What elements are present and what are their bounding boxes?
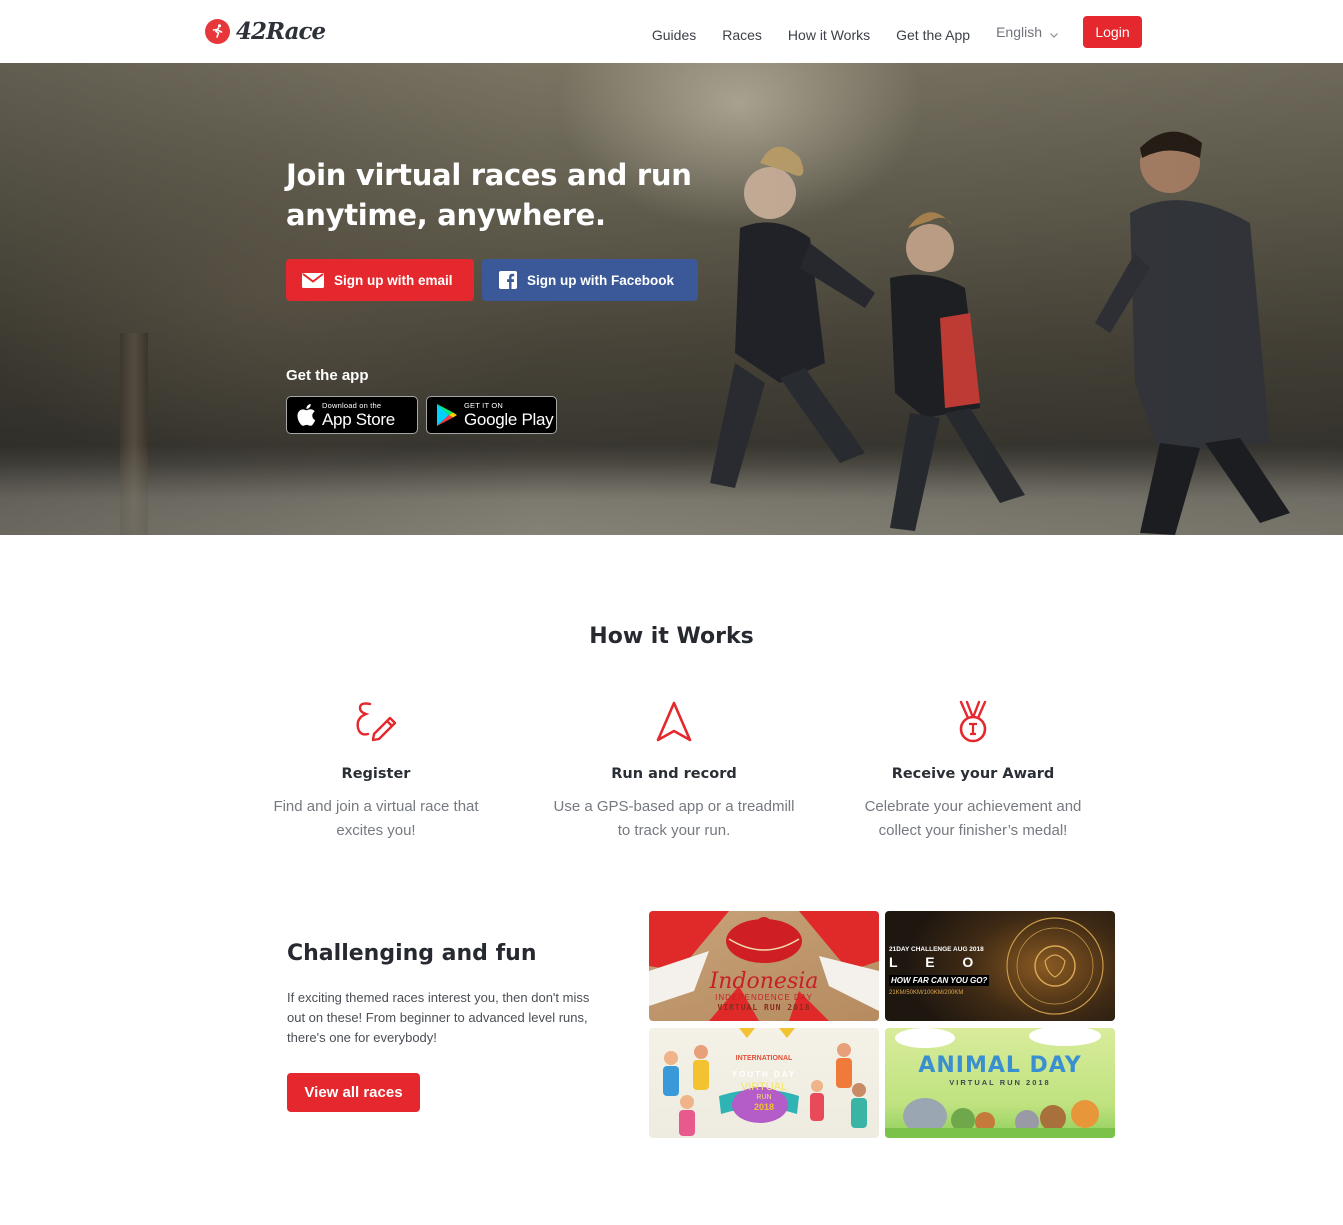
race-card-leo[interactable]: 21DAY CHALLENGE AUG 2018 L E O HOW FAR C… — [885, 911, 1115, 1021]
indonesia-text: Indonesia INDEPENDENCE DAY VIRTUAL RUN 2… — [649, 971, 879, 1013]
nav-races[interactable]: Races — [722, 22, 762, 43]
step-register-line1: Find and join a virtual race that — [273, 798, 479, 815]
animal-day-text: ANIMAL DAY VIRTUAL RUN 2018 — [885, 1054, 1115, 1088]
youth-l4: RUN — [756, 1094, 772, 1101]
google-play-badge[interactable]: GET IT ON Google Play — [426, 396, 557, 434]
get-app-heading: Get the app — [286, 367, 369, 384]
site-header: 42Race Guides Races How it Works Get the… — [0, 0, 1343, 63]
chevron-down-icon — [1049, 27, 1059, 38]
step-register-text: Find and join a virtual race that excite… — [226, 795, 526, 843]
step-run-record-text: Use a GPS-based app or a treadmill to tr… — [524, 795, 824, 843]
step-run-record-title: Run and record — [611, 766, 737, 782]
app-store-big-text: App Store — [322, 410, 395, 429]
step-receive-award-line2: collect your finisher’s medal! — [878, 822, 1068, 839]
envelope-icon — [302, 272, 324, 288]
step-register: Register Find and join a virtual race th… — [226, 698, 526, 843]
leo-letters: L E O — [889, 954, 986, 970]
indonesia-sub2: VIRTUAL RUN 2018 — [717, 1003, 811, 1012]
leo-question: HOW FAR CAN YOU GO? — [889, 975, 990, 986]
nav-guides[interactable]: Guides — [652, 22, 696, 43]
youth-day-text: INTERNATIONAL YOUTH DAY VIRTUAL RUN 2018 — [649, 1054, 879, 1113]
animal-day-sub: VIRTUAL RUN 2018 — [949, 1078, 1051, 1087]
youth-l2: YOUTH DAY — [731, 1070, 797, 1079]
leo-text: 21DAY CHALLENGE AUG 2018 L E O HOW FAR C… — [889, 946, 990, 998]
signup-facebook-button[interactable]: Sign up with Facebook — [482, 259, 698, 301]
leo-top: 21DAY CHALLENGE AUG 2018 — [889, 946, 984, 953]
step-receive-award-title: Receive your Award — [891, 766, 1055, 782]
medal-icon — [823, 698, 1123, 748]
step-run-record-line1: Use a GPS-based app or a treadmill — [553, 798, 795, 815]
step-register-line2: excites you! — [336, 822, 416, 839]
hero-title: Join virtual races and run anytime, anyw… — [286, 155, 706, 235]
view-all-races-button[interactable]: View all races — [287, 1073, 420, 1112]
race-card-indonesia[interactable]: Indonesia INDEPENDENCE DAY VIRTUAL RUN 2… — [649, 911, 879, 1021]
login-button[interactable]: Login — [1083, 16, 1142, 48]
language-selector[interactable]: English — [996, 24, 1059, 40]
signup-facebook-label: Sign up with Facebook — [527, 272, 675, 288]
how-it-works-title: How it Works — [589, 624, 754, 649]
step-receive-award-text: Celebrate your achievement and collect y… — [823, 795, 1123, 843]
leo-distances: 21KM/50KM/100KM/200KM — [889, 990, 964, 996]
signup-email-label: Sign up with email — [334, 272, 453, 288]
navigation-arrow-icon — [524, 698, 824, 748]
nav-how-it-works[interactable]: How it Works — [788, 22, 870, 43]
indonesia-sub1: INDEPENDENCE DAY — [715, 993, 813, 1002]
runner-logo-icon — [205, 18, 230, 44]
hero-title-line1: Join virtual races and run — [286, 158, 692, 192]
google-play-icon — [436, 403, 458, 427]
google-play-small-text: GET IT ON — [464, 401, 504, 410]
signup-email-button[interactable]: Sign up with email — [286, 259, 474, 301]
language-label: English — [996, 24, 1042, 40]
challenging-title: Challenging and fun — [287, 941, 537, 966]
hero-title-line2: anytime, anywhere. — [286, 198, 606, 232]
app-store-small-text: Download on the — [322, 401, 382, 410]
youth-l5: 2018 — [753, 1102, 775, 1112]
facebook-icon — [499, 271, 517, 289]
step-run-record-line2: to track your run. — [617, 822, 731, 839]
challenging-line2: out on these! From beginner to advanced … — [287, 1010, 588, 1025]
step-register-title: Register — [341, 766, 411, 782]
step-receive-award-line1: Celebrate your achievement and — [864, 798, 1082, 815]
apple-icon — [296, 403, 316, 427]
logo-text: 42Race — [236, 17, 326, 45]
challenging-line3: there's one for everybody! — [287, 1030, 437, 1045]
google-play-big-text: Google Play — [464, 410, 554, 429]
hero-section: Join virtual races and run anytime, anyw… — [0, 63, 1343, 535]
nav-get-the-app[interactable]: Get the App — [896, 22, 970, 43]
app-store-badge[interactable]: Download on the App Store — [286, 396, 418, 434]
youth-l1: INTERNATIONAL — [735, 1055, 793, 1062]
step-run-record: Run and record Use a GPS-based app or a … — [524, 698, 824, 843]
youth-l3: VIRTUAL — [740, 1081, 788, 1093]
step-receive-award: Receive your Award Celebrate your achiev… — [823, 698, 1123, 843]
indonesia-title: Indonesia — [709, 969, 819, 994]
challenging-line1: If exciting themed races interest you, t… — [287, 990, 590, 1005]
challenging-description: If exciting themed races interest you, t… — [287, 988, 627, 1048]
race-card-animal-day[interactable]: ANIMAL DAY VIRTUAL RUN 2018 — [885, 1028, 1115, 1138]
race-card-youth-day[interactable]: INTERNATIONAL YOUTH DAY VIRTUAL RUN 2018 — [649, 1028, 879, 1138]
animal-day-title: ANIMAL DAY — [918, 1053, 1082, 1078]
pen-icon — [226, 698, 526, 748]
main-nav: Guides Races How it Works Get the App En… — [652, 16, 1142, 48]
logo[interactable]: 42Race — [205, 17, 326, 45]
